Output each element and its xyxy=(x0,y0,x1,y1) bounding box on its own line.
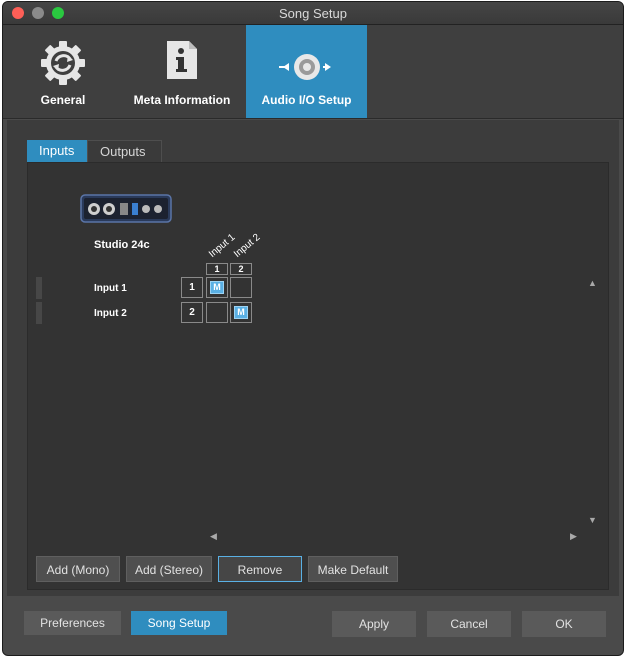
matrix-cell-2-2[interactable]: M xyxy=(230,302,252,323)
toolbar-general-label: General xyxy=(40,93,86,107)
song-setup-window: Song Setup General Meta Information Audi… xyxy=(2,1,624,656)
scroll-left-arrow-icon[interactable]: ◀ xyxy=(210,531,217,542)
cancel-button[interactable]: Cancel xyxy=(427,611,511,637)
column-header-input-2: Input 2 xyxy=(231,231,263,260)
column-header-input-1: Input 1 xyxy=(206,231,238,260)
song-setup-button[interactable]: Song Setup xyxy=(131,611,227,635)
scroll-right-arrow-icon[interactable]: ▶ xyxy=(570,531,577,542)
row-drag-handle[interactable] xyxy=(36,302,42,324)
add-mono-button[interactable]: Add (Mono) xyxy=(36,556,120,582)
row-drag-handle[interactable] xyxy=(36,277,42,299)
audio-interface-image xyxy=(80,194,172,223)
apply-button[interactable]: Apply xyxy=(332,611,416,637)
preferences-button[interactable]: Preferences xyxy=(24,611,121,635)
matrix-cell-1-1[interactable]: M xyxy=(206,277,228,298)
column-number-2: 2 xyxy=(230,263,252,275)
toolbar-audio-io-setup[interactable]: Audio I/O Setup xyxy=(246,25,367,118)
row-number-1: 1 xyxy=(181,277,203,298)
device-name: Studio 24c xyxy=(94,239,150,251)
window-title: Song Setup xyxy=(279,6,347,21)
info-document-icon xyxy=(167,41,197,79)
matrix-cell-1-2[interactable] xyxy=(230,277,252,298)
tab-outputs[interactable]: Outputs xyxy=(87,140,162,162)
gear-icon xyxy=(41,41,85,85)
audio-io-content: Inputs Outputs Studio 24c Input 1 Input … xyxy=(7,120,619,596)
setup-toolbar: General Meta Information Audio I/O Setup xyxy=(3,25,623,119)
toolbar-audio-label: Audio I/O Setup xyxy=(261,93,352,107)
assignment-marker[interactable]: M xyxy=(210,281,224,294)
speaker-io-icon xyxy=(278,54,331,80)
tab-inputs[interactable]: Inputs xyxy=(27,140,87,162)
row-label-input-2: Input 2 xyxy=(94,308,127,319)
toolbar-meta-label: Meta Information xyxy=(133,93,231,107)
assignment-marker[interactable]: M xyxy=(234,306,248,319)
remove-button[interactable]: Remove xyxy=(218,556,302,582)
make-default-button[interactable]: Make Default xyxy=(308,556,398,582)
toolbar-general[interactable]: General xyxy=(18,25,108,118)
io-matrix-panel: Studio 24c Input 1 Input 2 1 2 Input 1 1… xyxy=(27,162,609,590)
row-label-input-1: Input 1 xyxy=(94,283,127,294)
scroll-up-arrow-icon[interactable]: ▲ xyxy=(588,278,597,288)
scroll-down-arrow-icon[interactable]: ▼ xyxy=(588,515,597,525)
toolbar-meta-information[interactable]: Meta Information xyxy=(124,25,240,118)
title-bar: Song Setup xyxy=(3,2,623,25)
column-number-1: 1 xyxy=(206,263,228,275)
add-stereo-button[interactable]: Add (Stereo) xyxy=(126,556,212,582)
matrix-cell-2-1[interactable] xyxy=(206,302,228,323)
ok-button[interactable]: OK xyxy=(522,611,606,637)
row-number-2: 2 xyxy=(181,302,203,323)
